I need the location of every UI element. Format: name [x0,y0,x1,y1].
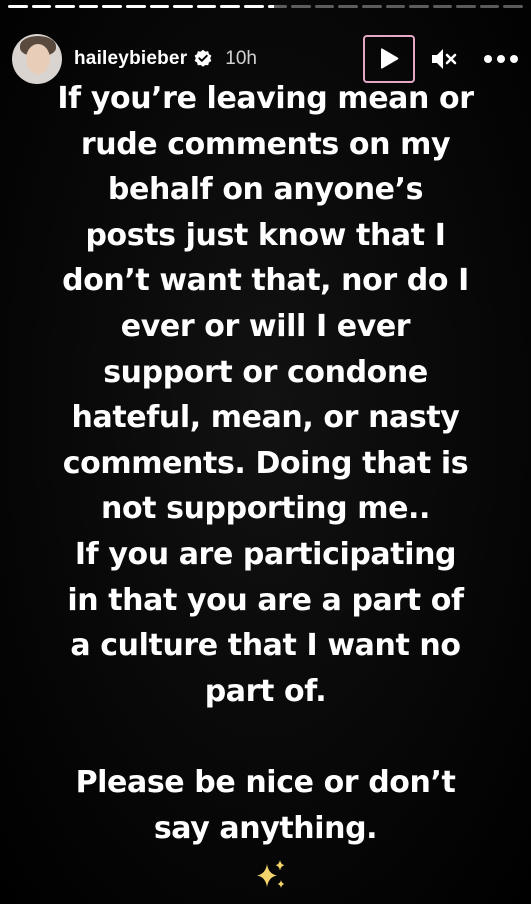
progress-segment [456,5,476,8]
progress-segment [78,5,99,8]
progress-segment [55,5,75,8]
progress-segment-fill [243,5,264,8]
story-viewer[interactable]: haileybieber 10h If you’re leaving mean … [0,0,531,904]
mute-button[interactable] [429,44,459,74]
story-text-line: not supporting me.. [100,491,431,527]
story-text: If you’re leaving mean or rude comments … [0,76,531,851]
story-text-line [0,714,531,760]
progress-segment-fill [55,5,75,8]
progress-segment [479,5,500,8]
play-icon [381,48,399,69]
avatar-face [26,44,50,74]
story-text-line: a culture that I want no [70,628,461,664]
story-text-line: If you’re leaving mean or [57,81,474,116]
progress-segment [385,5,406,8]
story-text-line: behalf on anyone’s [107,172,424,208]
progress-segment [196,5,217,8]
progress-segment-fill [125,5,146,8]
story-text-line: comments. Doing that is [62,445,469,481]
story-text-line: If you are participating [74,536,457,572]
progress-segment-fill [267,5,275,8]
story-text-line: ever or will I ever [120,308,411,344]
progress-segment-fill [8,5,28,8]
progress-segment [267,5,288,8]
story-progress-bar [8,5,524,8]
progress-segment [409,5,429,8]
mute-icon [432,49,457,69]
story-text-line: rude comments on my [80,126,451,162]
progress-segment [291,5,311,8]
progress-segment [31,5,52,8]
story-text-line: hateful, mean, or nasty [71,400,460,436]
story-text-line: don’t want that, nor do I [62,263,469,299]
progress-segment [173,5,193,8]
progress-segment [338,5,358,8]
more-options-button[interactable] [479,44,519,74]
progress-segment [149,5,170,8]
more-icon [484,55,518,63]
username[interactable]: haileybieber [74,48,187,70]
story-text-line: in that you are a part of [67,582,464,618]
progress-segment-fill [31,5,52,8]
progress-segment [220,5,240,8]
story-text-line: Please be nice or don’t [75,764,456,800]
progress-segment [503,5,524,8]
post-time: 10h [225,48,257,69]
verified-badge-icon [193,49,213,69]
progress-segment-fill [196,5,217,8]
progress-segment [432,5,453,8]
progress-segment-fill [149,5,170,8]
progress-segment-fill [220,5,240,8]
progress-segment [361,5,382,8]
progress-segment [243,5,264,8]
story-text-line: part of. [204,673,327,709]
progress-segment [102,5,122,8]
sparkles-icon [253,858,289,894]
progress-segment-fill [78,5,99,8]
story-text-line: support or condone [103,354,428,390]
progress-segment [8,5,28,8]
progress-segment [314,5,335,8]
progress-segment [125,5,146,8]
progress-segment-fill [102,5,122,8]
story-text-line: posts just know that I [85,217,446,253]
story-text-line: say anything. [153,810,378,846]
progress-segment-fill [173,5,193,8]
